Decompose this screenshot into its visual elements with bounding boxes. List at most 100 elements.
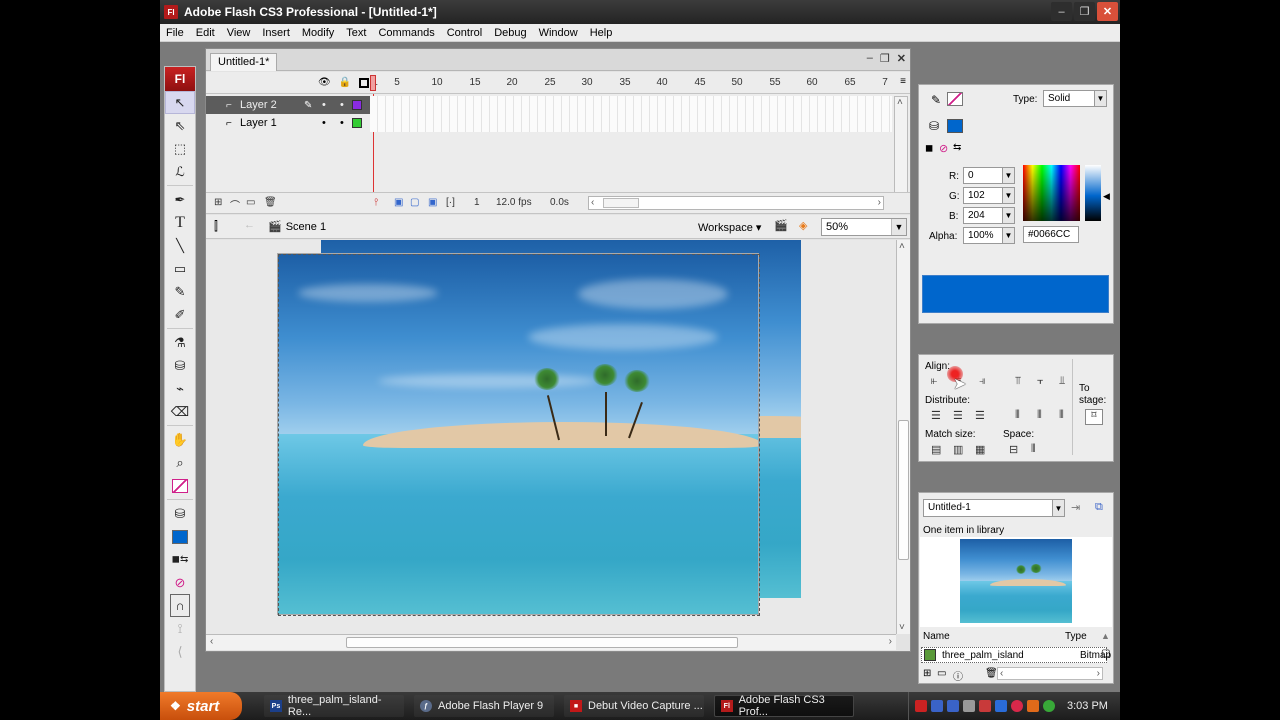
bitmap-instance-front[interactable] <box>278 254 758 614</box>
pin-library-icon[interactable]: ⇥ <box>1071 501 1080 514</box>
playhead[interactable] <box>370 75 376 91</box>
to-stage-toggle[interactable]: ⌑ <box>1085 409 1103 425</box>
layer-color-box[interactable] <box>352 118 362 128</box>
chevron-down-icon[interactable]: ▼ <box>1094 90 1107 107</box>
stage-horizontal-scrollbar[interactable]: ‹ › <box>206 634 896 650</box>
layer-color-box[interactable] <box>352 100 362 110</box>
doc-close-button[interactable]: ✕ <box>897 52 906 65</box>
space-evenly-vertical-icon[interactable]: ⊟ <box>1009 443 1018 456</box>
straighten-icon[interactable]: ⟨ <box>165 640 195 663</box>
add-layer-icon[interactable]: ⊞ <box>214 197 222 208</box>
swap-colors-icon[interactable]: ◼⇆ <box>165 548 195 571</box>
brightness-slider-handle[interactable]: ◀ <box>1103 191 1110 202</box>
layer-row[interactable]: ⌐ Layer 1 • • <box>206 114 910 132</box>
new-library-panel-icon[interactable]: ⧉ <box>1095 501 1103 514</box>
edit-multiple-frames-icon[interactable]: ▣ <box>428 197 437 208</box>
distribute-bottom-icon[interactable]: ☰ <box>975 409 985 422</box>
bluetooth-icon[interactable] <box>995 700 1007 712</box>
hex-input[interactable]: #0066CC <box>1023 226 1079 243</box>
timeline-menu-icon[interactable]: ≡ <box>900 76 906 87</box>
eraser-tool[interactable]: ⌫ <box>165 400 195 423</box>
scroll-right-icon[interactable]: › <box>878 197 881 208</box>
menu-modify[interactable]: Modify <box>296 27 340 39</box>
new-symbol-icon[interactable]: ⊞ <box>923 668 931 679</box>
debut-tray-icon[interactable] <box>915 700 927 712</box>
menu-commands[interactable]: Commands <box>372 27 440 39</box>
fill-color-swatch[interactable] <box>172 529 188 544</box>
stroke-color-swatch[interactable] <box>947 92 963 106</box>
rectangle-tool[interactable]: ▭ <box>165 257 195 280</box>
selection-tool[interactable]: ↖ <box>165 91 195 114</box>
onion-outline-icon[interactable]: ▢ <box>410 197 419 208</box>
timeline-horizontal-scrollbar[interactable]: ‹ › <box>588 196 884 210</box>
scroll-left-icon[interactable]: ‹ <box>210 636 213 647</box>
delete-layer-icon[interactable]: 🗑 <box>264 197 277 208</box>
scene-breadcrumb[interactable]: 🎬 Scene 1 <box>268 220 326 234</box>
lasso-tool[interactable]: ℒ <box>165 160 195 183</box>
layer-frames[interactable] <box>370 96 892 114</box>
align-vertical-center-icon[interactable]: ⫟ <box>1037 375 1044 388</box>
sort-order-icon[interactable]: ▲ <box>1101 631 1110 641</box>
scroll-up-icon[interactable]: ˄ <box>897 97 903 108</box>
taskbar-item-flash-player[interactable]: ƒ Adobe Flash Player 9 <box>414 695 554 717</box>
menu-insert[interactable]: Insert <box>256 27 296 39</box>
taskbar-item-debut[interactable]: ■ Debut Video Capture ... <box>564 695 704 717</box>
brightness-slider[interactable] <box>1085 165 1101 221</box>
lock-icon[interactable]: 🔒 <box>339 77 351 88</box>
align-left-icon[interactable]: ⫦ <box>931 375 937 388</box>
match-width-icon[interactable]: ▤ <box>931 443 941 456</box>
no-color-icon[interactable]: ⊘ <box>165 571 195 594</box>
scroll-thumb[interactable] <box>603 198 639 208</box>
insert-folder-icon[interactable]: ▭ <box>246 197 255 208</box>
menu-file[interactable]: File <box>160 27 190 39</box>
minimize-button[interactable]: – <box>1051 2 1072 21</box>
swap-colors-icon[interactable]: ⇆ <box>953 142 961 153</box>
layer-name-cell[interactable]: ⌐ Layer 2 ✎ • • <box>206 96 370 114</box>
stroke-pencil-icon[interactable]: ✎ <box>931 93 941 107</box>
line-tool[interactable]: ╲ <box>165 234 195 257</box>
scroll-thumb[interactable] <box>346 637 738 648</box>
doc-restore-button[interactable]: ❐ <box>880 52 890 65</box>
scroll-right-icon[interactable]: › <box>1097 668 1100 679</box>
fill-bucket-icon[interactable]: ⛁ <box>929 119 939 133</box>
stage-area[interactable] <box>206 240 896 634</box>
lock-dot[interactable]: • <box>340 99 344 111</box>
scroll-up-icon[interactable]: ˄ <box>899 241 905 252</box>
zoom-tool[interactable]: ⌕ <box>165 451 195 474</box>
clock[interactable]: 3:03 PM <box>1067 700 1108 712</box>
library-item[interactable]: three_palm_island Bitmap <box>921 647 1111 663</box>
paint-bucket-tool[interactable]: ⛁ <box>165 354 195 377</box>
visibility-dot[interactable]: • <box>322 117 326 129</box>
restore-button[interactable]: ❐ <box>1074 2 1095 21</box>
network-disconnected-icon[interactable] <box>947 700 959 712</box>
scroll-left-icon[interactable]: ‹ <box>1000 668 1003 679</box>
delete-icon[interactable]: 🗑 <box>985 668 998 679</box>
align-right-icon[interactable]: ⫣ <box>979 375 986 388</box>
stage-vertical-scrollbar[interactable]: ˄ ˅ <box>896 240 910 634</box>
edit-symbols-icon[interactable]: ◈ <box>799 219 807 232</box>
app-tray-icon[interactable] <box>1043 700 1055 712</box>
pen-tool[interactable]: ✒ <box>165 188 195 211</box>
chevron-down-icon[interactable]: ▼ <box>1002 187 1015 204</box>
green-input[interactable]: 102 <box>963 187 1003 204</box>
align-bottom-icon[interactable]: ⫫ <box>1059 375 1065 388</box>
space-evenly-horizontal-icon[interactable]: ⫴ <box>1031 443 1036 456</box>
edit-scene-icon[interactable]: 🎬 <box>774 219 788 232</box>
hand-tool[interactable]: ✋ <box>165 428 195 451</box>
align-top-icon[interactable]: ⫪ <box>1015 375 1021 388</box>
properties-icon[interactable]: ⓘ <box>953 668 963 683</box>
timeline-vertical-scrollbar[interactable]: ˄ ˅ <box>894 96 908 206</box>
chevron-down-icon[interactable]: ▼ <box>1052 499 1065 517</box>
menu-window[interactable]: Window <box>533 27 584 39</box>
library-horizontal-scrollbar[interactable]: ‹ › <box>997 667 1103 680</box>
default-colors-icon[interactable]: ◼ <box>925 143 933 154</box>
layer-row[interactable]: ⌐ Layer 2 ✎ • • <box>206 96 910 114</box>
add-motion-guide-icon[interactable]: ⌒ <box>230 197 240 212</box>
scroll-thumb[interactable] <box>898 420 909 560</box>
network-disconnected-icon[interactable] <box>931 700 943 712</box>
color-spectrum-picker[interactable] <box>1023 165 1080 221</box>
new-folder-icon[interactable]: ▭ <box>937 668 946 679</box>
distribute-vertical-center-icon[interactable]: ☰ <box>953 409 963 422</box>
fill-type-select[interactable]: Solid <box>1043 90 1095 107</box>
frame-ruler[interactable]: 1 5 10 15 20 25 30 35 40 45 50 55 60 65 … <box>370 72 896 94</box>
